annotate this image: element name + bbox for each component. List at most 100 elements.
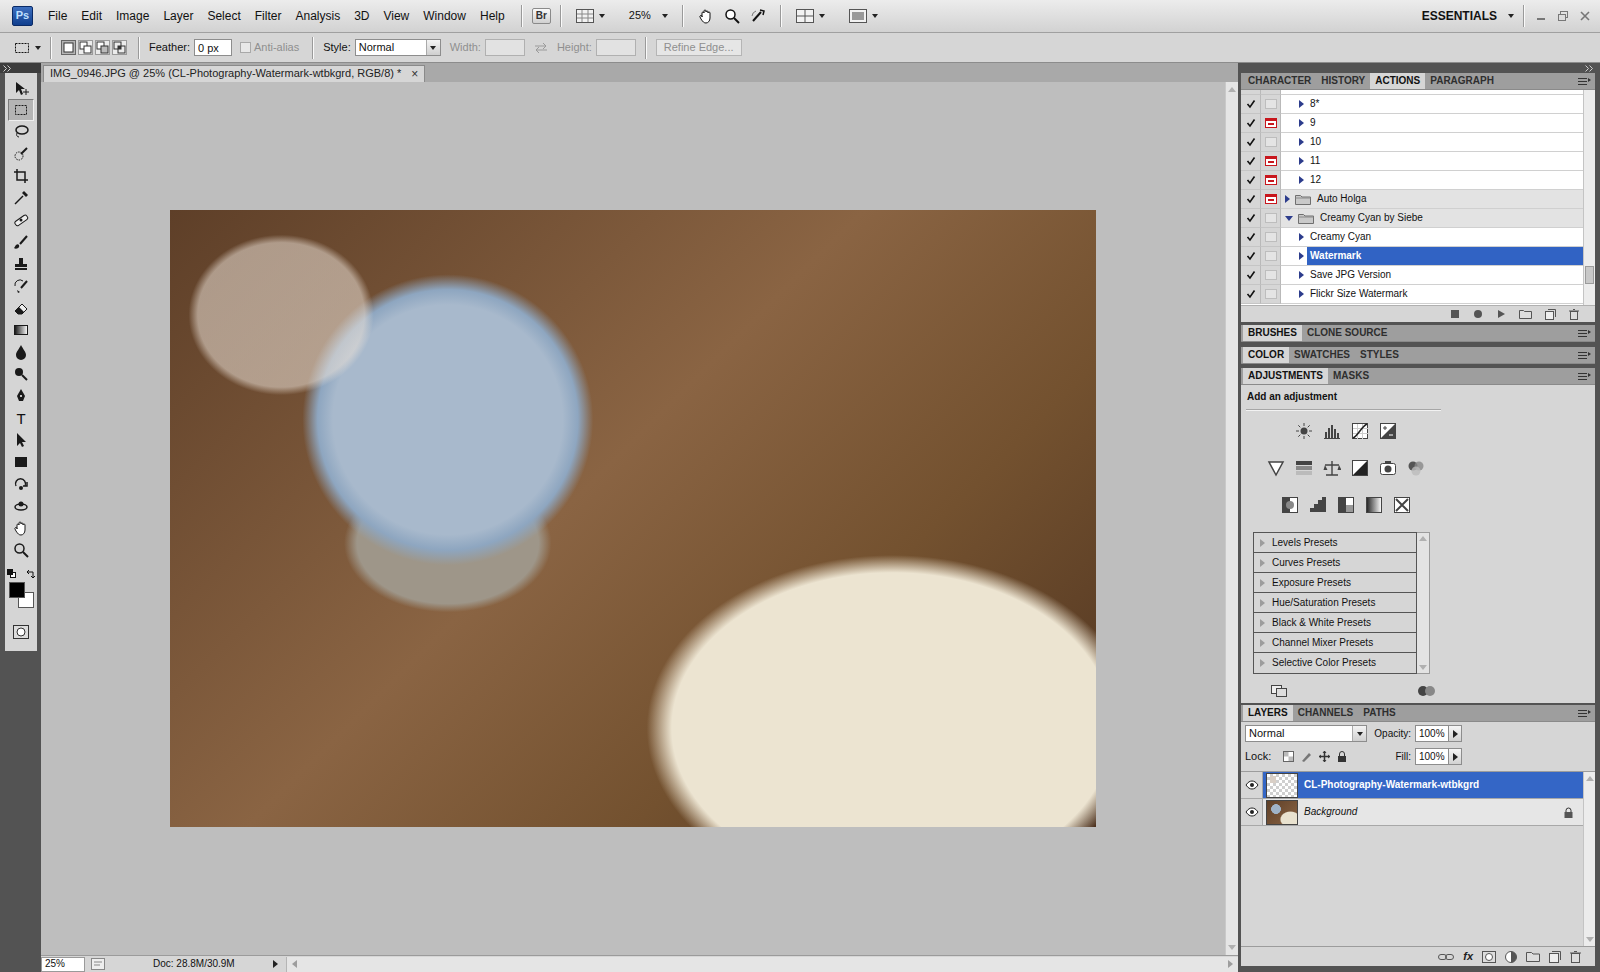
panel-menu-icon[interactable]	[1578, 77, 1591, 86]
workspace-switcher[interactable]: ESSENTIALS	[1422, 9, 1514, 23]
panel-tab[interactable]: CLONE SOURCE	[1302, 325, 1393, 341]
layer-name[interactable]: CL-Photography-Watermark-wtbkgrd	[1304, 779, 1573, 791]
view-extras-button[interactable]	[571, 9, 610, 23]
feather-input[interactable]	[194, 39, 232, 56]
panel-menu-icon[interactable]	[1578, 329, 1591, 338]
slider-arrow-icon[interactable]	[1453, 730, 1458, 738]
tool-button[interactable]	[8, 165, 34, 187]
preset-row[interactable]: Hue/Saturation Presets	[1254, 593, 1416, 613]
panel-tab[interactable]: ACTIONS	[1370, 73, 1425, 89]
adjustment-button[interactable]	[1322, 458, 1342, 478]
expand-arrow-icon[interactable]	[1299, 290, 1304, 298]
scroll-down-icon[interactable]	[1419, 665, 1427, 670]
new-action-icon[interactable]	[1545, 309, 1556, 320]
tool-icon[interactable]	[13, 454, 29, 470]
status-menu-icon[interactable]	[273, 960, 278, 968]
item-toggle-checkbox[interactable]	[1241, 209, 1261, 228]
adjustment-button[interactable]	[1406, 458, 1426, 478]
expand-arrow-icon[interactable]	[1299, 138, 1304, 146]
scroll-left-icon[interactable]	[292, 960, 297, 968]
tool-icon[interactable]	[13, 366, 29, 382]
panel-tab[interactable]: PARAGRAPH	[1425, 73, 1499, 89]
panel-tab[interactable]: LAYERS	[1243, 705, 1293, 721]
tool-icon[interactable]	[13, 256, 29, 272]
lock-position-icon[interactable]	[1319, 751, 1330, 762]
scroll-down-icon[interactable]	[1586, 937, 1594, 942]
expand-arrow-icon[interactable]	[1260, 639, 1265, 647]
adjustment-icon[interactable]	[1365, 496, 1383, 514]
panel-tab[interactable]: HISTORY	[1316, 73, 1370, 89]
layer-name[interactable]: Background	[1304, 806, 1558, 818]
tool-button[interactable]	[8, 297, 34, 319]
preset-row[interactable]: Black & White Presets	[1254, 613, 1416, 633]
tool-button[interactable]	[8, 187, 34, 209]
style-value[interactable]: Normal	[359, 41, 394, 54]
menu-item[interactable]: Image	[109, 7, 156, 25]
tool-button[interactable]	[8, 539, 34, 561]
expand-arrow-icon[interactable]	[1299, 157, 1304, 165]
tool-button[interactable]	[8, 341, 34, 363]
panel-tab[interactable]: BRUSHES	[1243, 325, 1302, 341]
tool-icon[interactable]	[13, 542, 29, 558]
menu-item[interactable]: Help	[473, 7, 512, 25]
expand-arrow-icon[interactable]	[1260, 619, 1265, 627]
dropdown-arrow-icon[interactable]	[35, 46, 41, 50]
tool-button[interactable]	[8, 319, 34, 341]
adjustment-button[interactable]	[1350, 421, 1370, 441]
adjustment-button[interactable]	[1294, 458, 1314, 478]
expand-arrow-icon[interactable]	[1299, 271, 1304, 279]
quick-mask-button[interactable]	[8, 621, 34, 643]
minimize-icon[interactable]	[1534, 10, 1548, 22]
zoom-level[interactable]: 25%	[629, 9, 651, 22]
close-window-icon[interactable]	[1578, 10, 1592, 22]
tool-button[interactable]	[8, 231, 34, 253]
tool-button[interactable]	[8, 473, 34, 495]
adjustment-icon[interactable]	[1295, 459, 1313, 477]
rectangular-marquee-icon[interactable]	[14, 41, 30, 55]
adjustment-icon[interactable]	[1407, 459, 1425, 477]
adjustment-button[interactable]	[1378, 421, 1398, 441]
panel-tab[interactable]: CHARACTER	[1243, 73, 1316, 89]
item-toggle-checkbox[interactable]	[1241, 266, 1261, 285]
adjustment-icon[interactable]	[1379, 422, 1397, 440]
item-toggle-checkbox[interactable]	[1241, 152, 1261, 171]
action-set-row[interactable]: Creamy Cyan by Siebe	[1241, 209, 1583, 228]
tool-icon[interactable]	[13, 300, 29, 316]
adjustment-button[interactable]	[1266, 458, 1286, 478]
dialog-toggle[interactable]	[1261, 209, 1281, 228]
play-icon[interactable]	[1496, 309, 1506, 319]
preset-row[interactable]: Channel Mixer Presets	[1254, 633, 1416, 653]
menu-item[interactable]: Window	[416, 7, 473, 25]
dialog-toggle[interactable]	[1261, 190, 1281, 209]
adjustment-button[interactable]	[1308, 495, 1328, 515]
tool-button[interactable]: T	[8, 407, 34, 429]
tool-icon[interactable]	[13, 212, 29, 228]
adjustment-icon[interactable]	[1393, 496, 1411, 514]
panel-menu-button[interactable]	[1578, 351, 1595, 360]
document-photo[interactable]	[170, 210, 1096, 827]
panel-tab[interactable]: STYLES	[1355, 347, 1404, 363]
selection-mode-button[interactable]	[112, 40, 127, 55]
status-zoom-field[interactable]: 25%	[41, 957, 85, 972]
tool-button[interactable]	[8, 143, 34, 165]
collapse-dock-icon[interactable]	[1585, 65, 1593, 72]
add-mask-icon[interactable]	[1482, 951, 1496, 963]
hand-button[interactable]	[693, 8, 719, 24]
document-info-icon[interactable]	[91, 958, 105, 970]
expand-arrow-icon[interactable]	[1299, 100, 1304, 108]
tool-icon[interactable]	[13, 432, 29, 448]
tool-button[interactable]	[8, 121, 34, 143]
dropdown-arrow-icon[interactable]	[662, 14, 668, 18]
action-name[interactable]: Save JPG Version	[1307, 266, 1583, 284]
tool-label[interactable]: T	[16, 411, 25, 426]
new-set-icon[interactable]	[1519, 309, 1532, 319]
preset-label[interactable]: Hue/Saturation Presets	[1272, 597, 1375, 609]
return-to-list-icon[interactable]	[1271, 685, 1287, 697]
tools-dock-header[interactable]	[0, 63, 41, 73]
tool-button[interactable]	[8, 451, 34, 473]
expand-arrow-icon[interactable]	[1299, 252, 1304, 260]
adjustment-icon[interactable]	[1323, 422, 1341, 440]
new-layer-icon[interactable]	[1549, 951, 1561, 963]
adjustment-icon[interactable]	[1281, 496, 1299, 514]
tool-button[interactable]	[8, 385, 34, 407]
